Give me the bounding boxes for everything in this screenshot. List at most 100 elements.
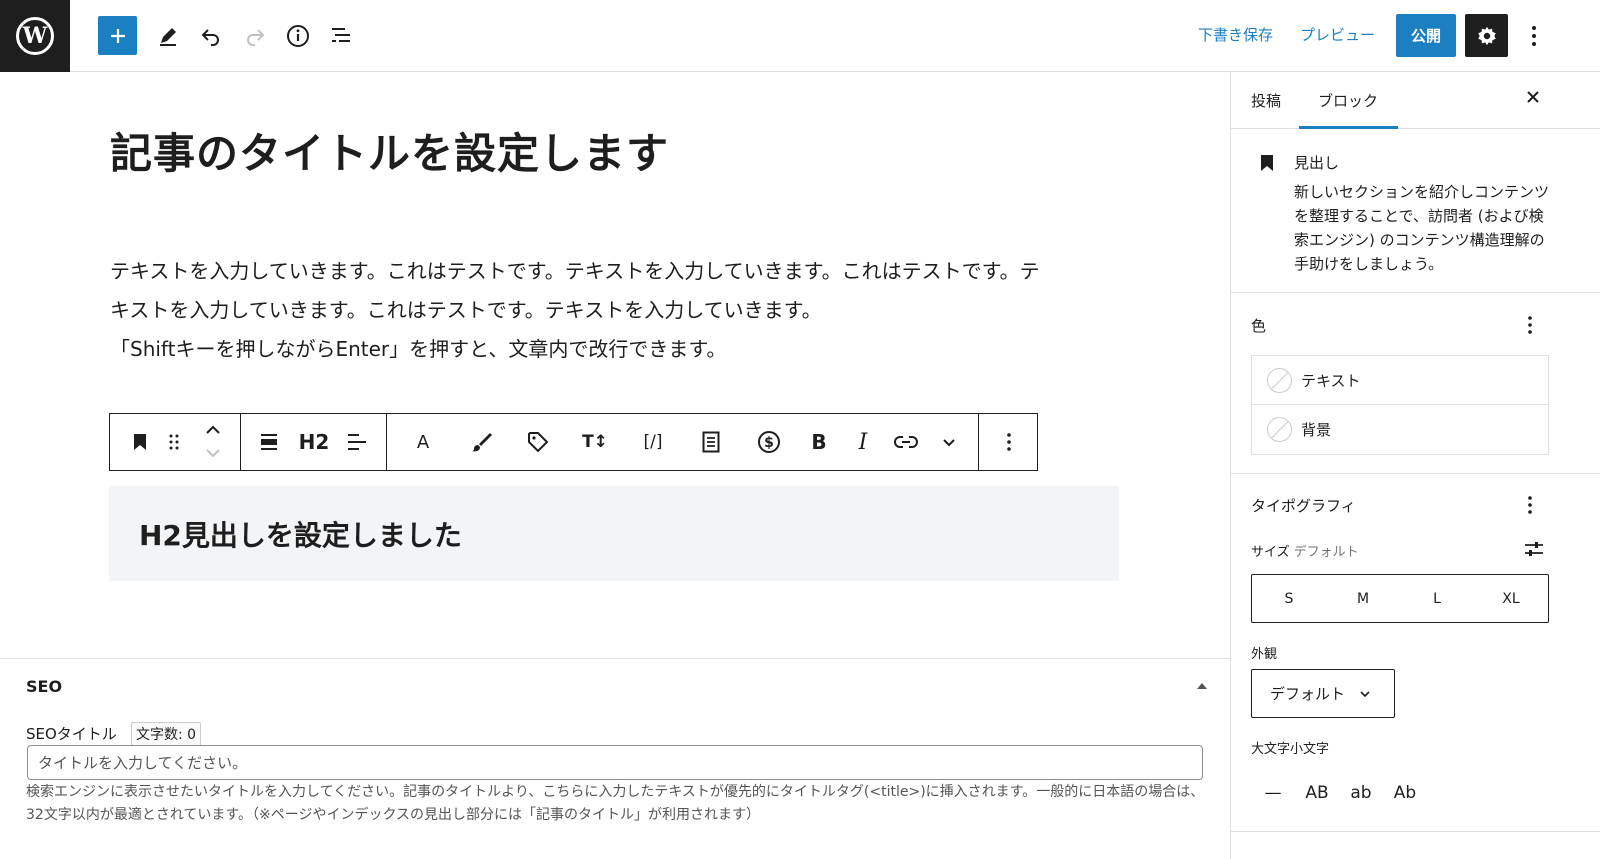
bold-button[interactable]: B	[800, 423, 838, 461]
sliders-icon	[1525, 542, 1543, 556]
font-size-button[interactable]: T↕	[576, 423, 614, 461]
redo-button[interactable]	[235, 16, 275, 56]
tag-icon	[528, 432, 549, 453]
seo-meta-box: SEO SEOタイトル 文字数: 0 検索エンジンに表示させたいタイトルを入力し…	[0, 658, 1230, 859]
letter-case-options: — AB ab Ab	[1251, 775, 1427, 811]
document-button[interactable]	[692, 423, 730, 461]
color-option-label: 背景	[1301, 421, 1332, 439]
highlight-button[interactable]	[462, 423, 500, 461]
bookmark-icon	[1259, 154, 1275, 176]
preview-link[interactable]: プレビュー	[1300, 24, 1375, 45]
pencil-icon	[160, 28, 176, 46]
dollar-button[interactable]: $	[750, 423, 788, 461]
vertical-dots-icon	[1007, 433, 1011, 451]
gear-icon	[1477, 26, 1496, 45]
color-options: テキスト 背景	[1251, 355, 1549, 455]
font-size-xl[interactable]: XL	[1474, 575, 1548, 622]
toolbar-separator	[386, 414, 387, 470]
typography-options-button[interactable]	[1527, 495, 1533, 518]
bookmark-icon	[134, 434, 146, 450]
italic-button[interactable]: I	[844, 423, 882, 461]
brush-icon	[472, 433, 492, 452]
paragraph-block[interactable]: テキストを入力していきます。これはテストです。テキストを入力していきます。これは…	[110, 252, 1120, 369]
paragraph-line: テキストを入力していきます。これはテストです。テキストを入力していきます。これは…	[110, 259, 1040, 283]
color-panel-title: 色	[1251, 317, 1267, 335]
block-options-button[interactable]	[990, 423, 1028, 461]
block-card-description: 新しいセクションを紹介しコンテンツを整理することで、訪問者 (および検索エンジン…	[1294, 183, 1550, 273]
seo-title-input[interactable]	[27, 745, 1203, 780]
background-color-option[interactable]: 背景	[1252, 405, 1548, 454]
letter-case-uppercase[interactable]: AB	[1295, 775, 1339, 811]
block-align-button[interactable]	[250, 423, 288, 461]
seo-collapse-toggle[interactable]	[1196, 679, 1208, 693]
editor-canvas: 記事のタイトルを設定します テキストを入力していきます。これはテストです。テキス…	[0, 72, 1230, 658]
text-color-button[interactable]: A	[404, 423, 442, 461]
options-menu-button[interactable]	[1514, 16, 1554, 56]
details-button[interactable]	[278, 16, 318, 56]
font-size-label: サイズ デフォルト	[1251, 541, 1359, 560]
undo-button[interactable]	[191, 16, 231, 56]
shortcode-button[interactable]: [/]	[634, 423, 672, 461]
font-size-s[interactable]: S	[1252, 575, 1326, 622]
document-icon	[702, 431, 720, 453]
vertical-dots-icon	[1532, 26, 1536, 46]
chevron-down-icon	[943, 438, 955, 446]
font-size-l[interactable]: L	[1400, 575, 1474, 622]
empty-swatch-icon	[1267, 417, 1292, 442]
heading-block[interactable]: H2見出しを設定しました	[109, 486, 1119, 581]
drag-handle-icon	[169, 434, 179, 450]
seo-section-title: SEO	[26, 677, 63, 696]
block-card-title: 見出し	[1294, 154, 1340, 172]
publish-button[interactable]: 公開	[1396, 14, 1456, 57]
letter-case-lowercase[interactable]: ab	[1339, 775, 1383, 811]
heading-text[interactable]: H2見出しを設定しました	[139, 514, 462, 554]
link-button[interactable]	[887, 423, 925, 461]
appearance-label: 外観	[1251, 647, 1278, 662]
redo-icon	[247, 29, 265, 46]
move-down-button[interactable]	[194, 442, 232, 464]
toolbar-separator	[978, 414, 979, 470]
color-options-button[interactable]	[1527, 315, 1533, 338]
undo-icon	[201, 29, 219, 46]
text-align-button[interactable]	[338, 423, 376, 461]
paragraph-line: 「Shiftキーを押しながらEnter」を押すと、文章内で改行できます。	[110, 337, 727, 361]
text-color-option[interactable]: テキスト	[1252, 356, 1548, 405]
heading-level-button[interactable]: H2	[294, 423, 334, 461]
letter-case-capitalize[interactable]: Ab	[1383, 775, 1427, 811]
custom-size-button[interactable]	[1523, 540, 1545, 562]
tag-button[interactable]	[519, 423, 557, 461]
letter-case-none[interactable]: —	[1251, 775, 1295, 811]
size-default-text: デフォルト	[1293, 545, 1359, 560]
seo-char-count: 文字数: 0	[131, 722, 202, 746]
align-left-icon	[348, 434, 366, 450]
tab-post[interactable]: 投稿	[1251, 90, 1281, 111]
seo-title-label: SEOタイトル	[26, 725, 117, 743]
triangle-up-icon	[1197, 683, 1207, 689]
drag-handle[interactable]	[156, 423, 192, 461]
tab-block[interactable]: ブロック	[1318, 90, 1378, 111]
empty-swatch-icon	[1267, 367, 1292, 393]
sidebar-tabs: 投稿 ブロック	[1231, 72, 1600, 129]
list-view-button[interactable]	[321, 16, 361, 56]
save-draft-link[interactable]: 下書き保存	[1198, 24, 1273, 45]
link-icon	[894, 436, 918, 448]
more-rich-text-button[interactable]	[930, 423, 968, 461]
appearance-select[interactable]: デフォルト	[1251, 669, 1395, 718]
appearance-value: デフォルト	[1270, 685, 1346, 703]
close-sidebar-button[interactable]	[1525, 86, 1541, 110]
letter-case-label: 大文字小文字	[1251, 742, 1330, 757]
paragraph-line: キストを入力していきます。これはテストです。テキストを入力していきます。	[110, 298, 822, 322]
edit-mode-button[interactable]	[148, 16, 188, 56]
font-size-m[interactable]: M	[1326, 575, 1400, 622]
add-block-button[interactable]	[98, 16, 137, 55]
settings-button[interactable]	[1465, 14, 1508, 57]
align-wide-icon	[261, 434, 277, 450]
chevron-up-icon	[206, 425, 220, 434]
plus-icon	[110, 28, 125, 43]
color-option-label: テキスト	[1301, 371, 1361, 390]
post-title[interactable]: 記事のタイトルを設定します	[110, 120, 669, 181]
list-view-icon	[332, 28, 350, 42]
block-type-button[interactable]	[121, 423, 159, 461]
move-up-button[interactable]	[194, 418, 232, 442]
wordpress-logo-button[interactable]: W	[0, 0, 70, 72]
